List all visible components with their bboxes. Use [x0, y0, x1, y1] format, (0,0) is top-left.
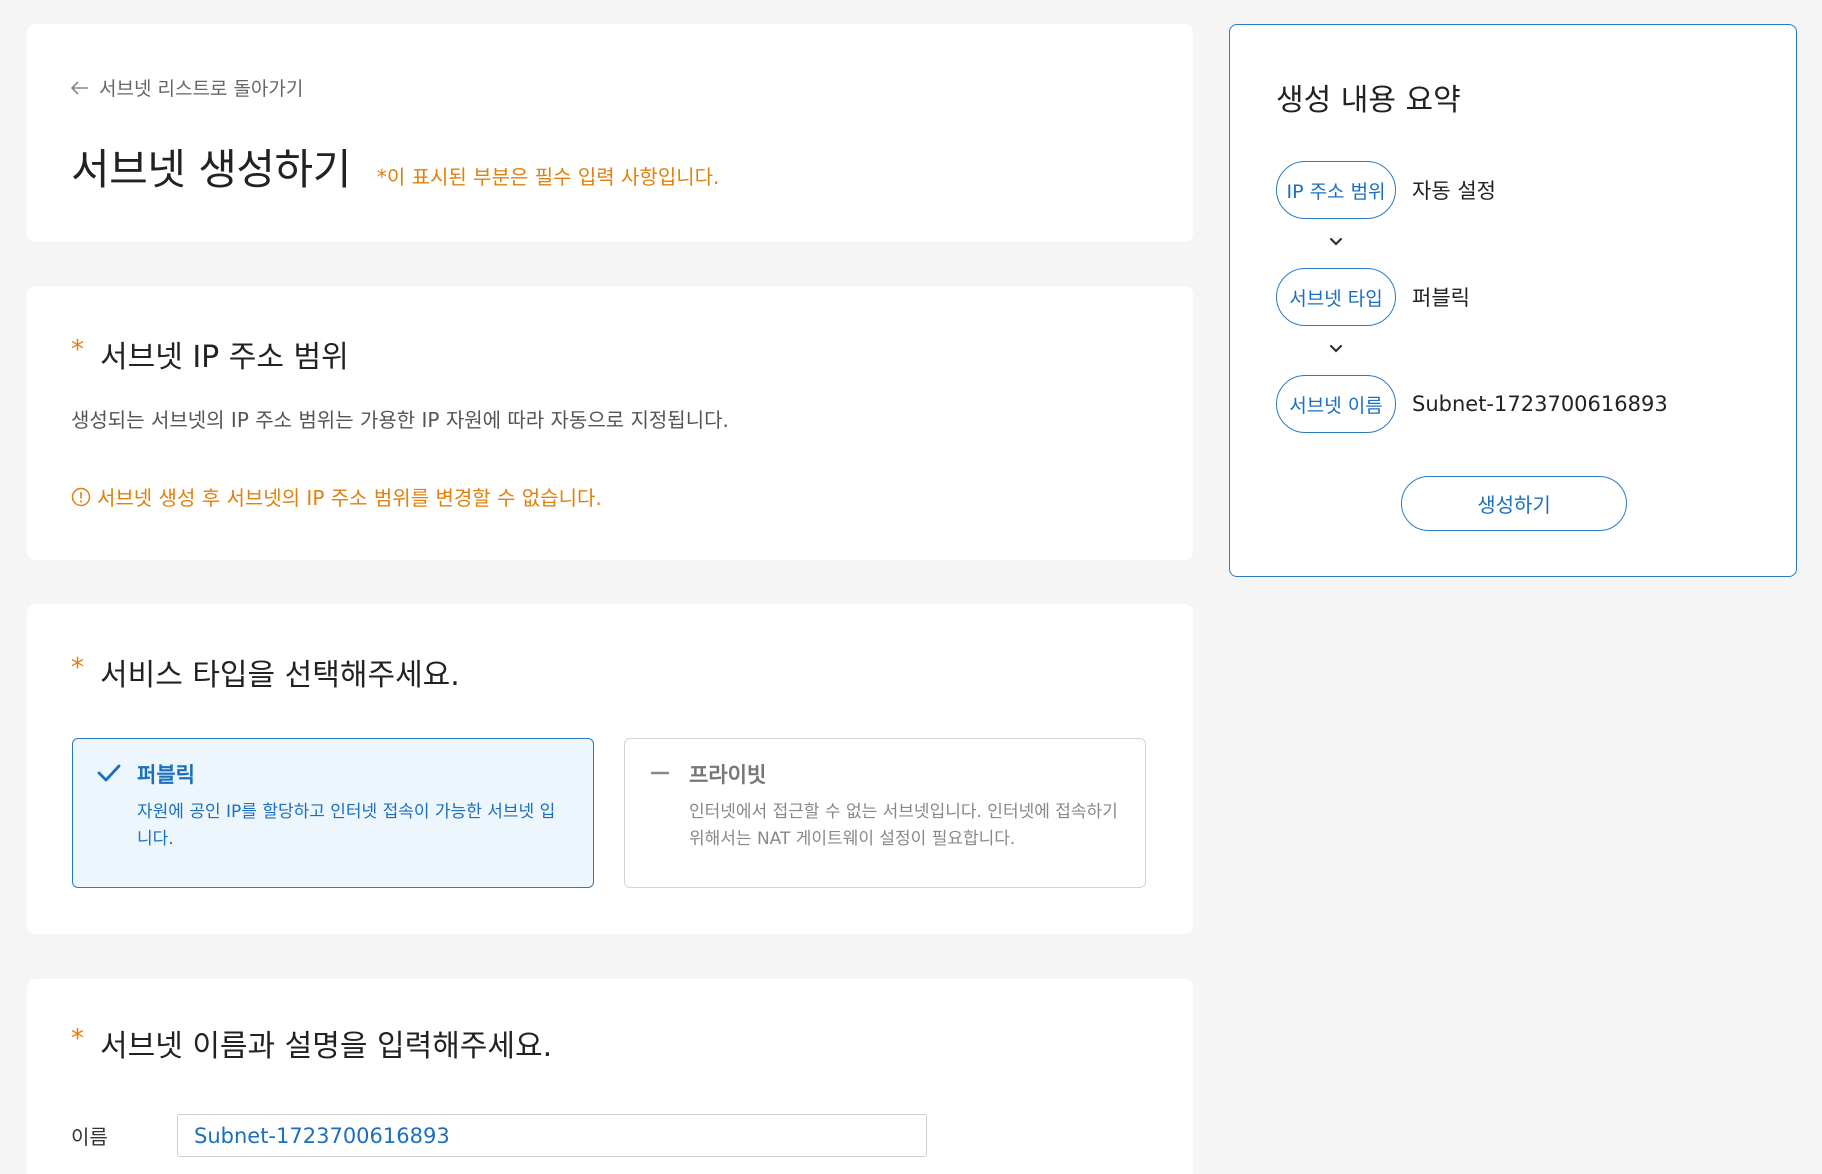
check-icon — [97, 764, 121, 782]
option-public[interactable]: 퍼블릭 자원에 공인 IP를 할당하고 인터넷 접속이 가능한 서브넷 입니다. — [72, 738, 594, 888]
subnet-name-card: * 서브넷 이름과 설명을 입력해주세요. 이름 — [27, 979, 1193, 1174]
chevron-down-icon — [1329, 237, 1343, 246]
summary-step-label: 서브넷 타입 — [1276, 268, 1396, 326]
summary-step-ip-range: IP 주소 범위 자동 설정 — [1276, 161, 1496, 219]
exclamation-circle-icon — [71, 487, 91, 506]
header-card: 서브넷 리스트로 돌아가기 서브넷 생성하기 *이 표시된 부분은 필수 입력 … — [27, 24, 1193, 242]
create-button[interactable]: 생성하기 — [1401, 476, 1627, 531]
name-section-title-text: 서브넷 이름과 설명을 입력해주세요. — [100, 1029, 553, 1064]
option-public-title: 퍼블릭 — [137, 763, 195, 787]
ip-range-card: * 서브넷 IP 주소 범위 생성되는 서브넷의 IP 주소 범위는 가용한 I… — [27, 286, 1193, 560]
required-star: * — [71, 653, 84, 683]
ip-range-warning: 서브넷 생성 후 서브넷의 IP 주소 범위를 변경할 수 없습니다. — [71, 482, 602, 511]
page-title-row: 서브넷 생성하기 *이 표시된 부분은 필수 입력 사항입니다. — [71, 136, 719, 197]
option-private-title: 프라이빗 — [689, 763, 767, 787]
summary-step-subnet-name: 서브넷 이름 Subnet-1723700616893 — [1276, 375, 1668, 433]
page-title: 서브넷 생성하기 — [71, 145, 351, 194]
name-field-label: 이름 — [71, 1125, 108, 1149]
back-link-label: 서브넷 리스트로 돌아가기 — [99, 78, 304, 100]
summary-step-subnet-type: 서브넷 타입 퍼블릭 — [1276, 268, 1470, 326]
summary-title: 생성 내용 요약 — [1276, 83, 1461, 118]
required-star: * — [71, 1024, 84, 1054]
summary-step-value: Subnet-1723700616893 — [1412, 392, 1668, 416]
summary-step-label: 서브넷 이름 — [1276, 375, 1396, 433]
ip-section-title-text: 서브넷 IP 주소 범위 — [100, 340, 349, 375]
ip-section-title: * 서브넷 IP 주소 범위 — [71, 332, 349, 376]
type-section-title-text: 서비스 타입을 선택해주세요. — [100, 658, 460, 693]
subnet-name-input[interactable] — [177, 1114, 927, 1157]
option-private[interactable]: 프라이빗 인터넷에서 접근할 수 없는 서브넷입니다. 인터넷에 접속하기 위해… — [624, 738, 1146, 888]
option-public-description: 자원에 공인 IP를 할당하고 인터넷 접속이 가능한 서브넷 입니다. — [137, 802, 556, 849]
option-private-description: 인터넷에서 접근할 수 없는 서브넷입니다. 인터넷에 접속하기 위해서는 NA… — [689, 802, 1118, 849]
summary-step-value: 자동 설정 — [1412, 179, 1496, 203]
arrow-left-icon — [71, 80, 88, 95]
ip-range-description: 생성되는 서브넷의 IP 주소 범위는 가용한 IP 자원에 따라 자동으로 지… — [71, 408, 729, 432]
back-to-subnet-list-link[interactable]: 서브넷 리스트로 돌아가기 — [71, 74, 303, 101]
dash-icon — [650, 771, 670, 775]
summary-step-label: IP 주소 범위 — [1276, 161, 1396, 219]
type-section-title: * 서비스 타입을 선택해주세요. — [71, 650, 460, 694]
summary-step-value: 퍼블릭 — [1412, 286, 1470, 310]
required-star: * — [71, 335, 84, 365]
service-type-card: * 서비스 타입을 선택해주세요. 퍼블릭 자원에 공인 IP를 할당하고 인터… — [27, 604, 1193, 934]
chevron-down-icon — [1329, 344, 1343, 353]
name-section-title: * 서브넷 이름과 설명을 입력해주세요. — [71, 1021, 552, 1065]
page: 서브넷 리스트로 돌아가기 서브넷 생성하기 *이 표시된 부분은 필수 입력 … — [0, 0, 1822, 1174]
required-note: *이 표시된 부분은 필수 입력 사항입니다. — [376, 165, 720, 189]
ip-range-warning-text: 서브넷 생성 후 서브넷의 IP 주소 범위를 변경할 수 없습니다. — [97, 486, 602, 510]
summary-panel: 생성 내용 요약 IP 주소 범위 자동 설정 서브넷 타입 퍼블릭 서브넷 이… — [1229, 24, 1797, 577]
